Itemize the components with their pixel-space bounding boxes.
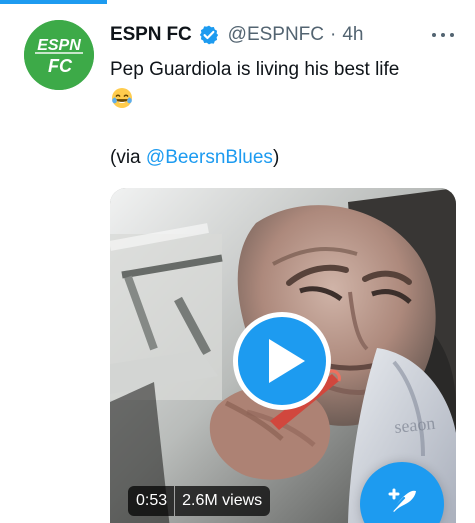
via-prefix: (via xyxy=(110,147,146,168)
more-options-button[interactable] xyxy=(432,29,454,41)
tweet-header: ESPN FC @ESPNFC · 4h xyxy=(110,22,363,48)
svg-text:seaon: seaon xyxy=(393,413,436,437)
play-button[interactable] xyxy=(233,312,331,410)
video-stats-overlay: 0:53 2.6M views xyxy=(128,486,271,516)
more-dot-icon xyxy=(432,33,436,37)
avatar-logo-line2: FC xyxy=(48,56,73,76)
via-credit: (via @BeersnBlues) xyxy=(110,144,279,172)
more-dot-icon xyxy=(450,33,454,37)
author-handle[interactable]: @ESPNFC xyxy=(228,24,324,46)
verified-badge-icon xyxy=(198,24,220,46)
tweet-text: Pep Guardiola is living his best life xyxy=(110,59,400,80)
tweet-timestamp[interactable]: 4h xyxy=(342,24,363,46)
avatar[interactable]: ESPN FC xyxy=(24,20,94,90)
active-tab-indicator xyxy=(0,0,107,4)
tears-of-joy-emoji xyxy=(110,86,134,110)
play-icon xyxy=(269,339,305,383)
mention-link[interactable]: @BeersnBlues xyxy=(146,147,273,168)
avatar-logo-line1: ESPN xyxy=(37,37,81,54)
video-view-count: 2.6M views xyxy=(182,492,263,509)
video-duration: 0:53 xyxy=(128,486,176,516)
espn-fc-logo: ESPN FC xyxy=(24,20,94,90)
more-dot-icon xyxy=(441,33,445,37)
compose-tweet-icon xyxy=(388,488,416,515)
separator-dot: · xyxy=(330,24,337,45)
tweet-screen: ESPN FC ESPN FC @ESPNFC · 4h Pep Guardio… xyxy=(0,0,475,523)
author-display-name[interactable]: ESPN FC xyxy=(110,24,192,46)
via-suffix: ) xyxy=(272,147,280,168)
